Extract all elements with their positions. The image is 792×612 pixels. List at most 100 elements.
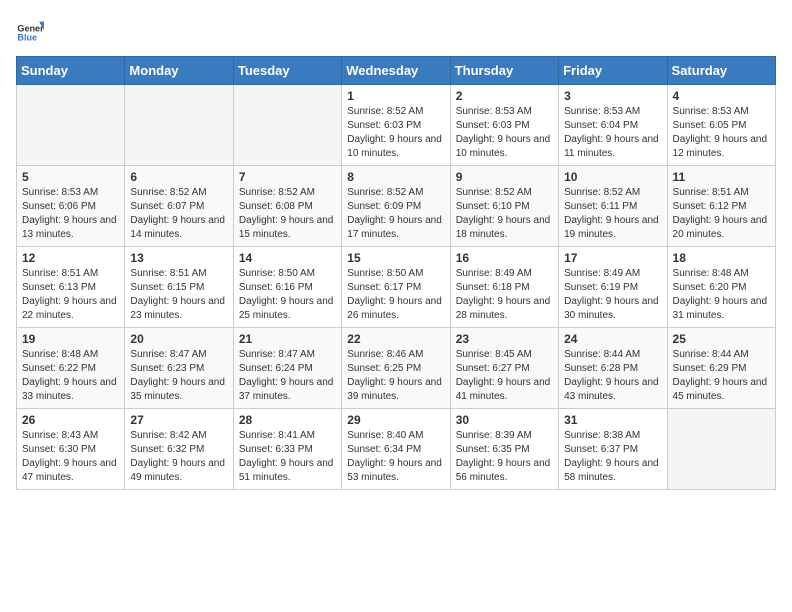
- day-number: 31: [564, 413, 661, 427]
- day-info: Sunrise: 8:47 AM Sunset: 6:24 PM Dayligh…: [239, 348, 336, 404]
- calendar: SundayMondayTuesdayWednesdayThursdayFrid…: [16, 56, 776, 490]
- day-info: Sunrise: 8:40 AM Sunset: 6:34 PM Dayligh…: [347, 429, 444, 485]
- day-number: 11: [673, 170, 770, 184]
- day-info: Sunrise: 8:46 AM Sunset: 6:25 PM Dayligh…: [347, 348, 444, 404]
- day-info: Sunrise: 8:52 AM Sunset: 6:08 PM Dayligh…: [239, 186, 336, 242]
- day-info: Sunrise: 8:52 AM Sunset: 6:10 PM Dayligh…: [456, 186, 553, 242]
- calendar-cell: 4 Sunrise: 8:53 AM Sunset: 6:05 PM Daylig…: [667, 85, 775, 166]
- day-header-tuesday: Tuesday: [233, 57, 341, 85]
- day-info: Sunrise: 8:50 AM Sunset: 6:17 PM Dayligh…: [347, 267, 444, 323]
- calendar-cell: 26 Sunrise: 8:43 AM Sunset: 6:30 PM Dayli…: [17, 409, 125, 490]
- day-number: 1: [347, 89, 444, 103]
- day-info: Sunrise: 8:42 AM Sunset: 6:32 PM Dayligh…: [130, 429, 227, 485]
- day-info: Sunrise: 8:51 AM Sunset: 6:12 PM Dayligh…: [673, 186, 770, 242]
- day-header-wednesday: Wednesday: [342, 57, 450, 85]
- day-info: Sunrise: 8:49 AM Sunset: 6:19 PM Dayligh…: [564, 267, 661, 323]
- day-info: Sunrise: 8:39 AM Sunset: 6:35 PM Dayligh…: [456, 429, 553, 485]
- day-number: 13: [130, 251, 227, 265]
- calendar-cell: 2 Sunrise: 8:53 AM Sunset: 6:03 PM Daylig…: [450, 85, 558, 166]
- calendar-cell: 19Sunrise: 8:48 AM Sunset: 6:22 PM Dayli…: [17, 328, 125, 409]
- day-number: 18: [673, 251, 770, 265]
- calendar-cell: 12 Sunrise: 8:51 AM Sunset: 6:13 PM Dayli…: [17, 247, 125, 328]
- day-info: Sunrise: 8:51 AM Sunset: 6:13 PM Dayligh…: [22, 267, 119, 323]
- day-number: 6: [130, 170, 227, 184]
- day-number: 23: [456, 332, 553, 346]
- day-info: Sunrise: 8:52 AM Sunset: 6:11 PM Dayligh…: [564, 186, 661, 242]
- calendar-cell: 3 Sunrise: 8:53 AM Sunset: 6:04 PM Daylig…: [559, 85, 667, 166]
- calendar-cell: [233, 85, 341, 166]
- day-info: Sunrise: 8:45 AM Sunset: 6:27 PM Dayligh…: [456, 348, 553, 404]
- day-header-monday: Monday: [125, 57, 233, 85]
- day-info: Sunrise: 8:49 AM Sunset: 6:18 PM Dayligh…: [456, 267, 553, 323]
- logo-icon: General Blue: [16, 16, 44, 44]
- calendar-cell: 13 Sunrise: 8:51 AM Sunset: 6:15 PM Dayli…: [125, 247, 233, 328]
- day-number: 4: [673, 89, 770, 103]
- calendar-cell: 24 Sunrise: 8:44 AM Sunset: 6:28 PM Dayli…: [559, 328, 667, 409]
- day-info: Sunrise: 8:38 AM Sunset: 6:37 PM Dayligh…: [564, 429, 661, 485]
- day-info: Sunrise: 8:48 AM Sunset: 6:20 PM Dayligh…: [673, 267, 770, 323]
- day-info: Sunrise: 8:43 AM Sunset: 6:30 PM Dayligh…: [22, 429, 119, 485]
- day-header-friday: Friday: [559, 57, 667, 85]
- day-info: Sunrise: 8:53 AM Sunset: 6:06 PM Dayligh…: [22, 186, 119, 242]
- day-header-sunday: Sunday: [17, 57, 125, 85]
- calendar-cell: 20 Sunrise: 8:47 AM Sunset: 6:23 PM Dayli…: [125, 328, 233, 409]
- calendar-cell: 22 Sunrise: 8:46 AM Sunset: 6:25 PM Dayli…: [342, 328, 450, 409]
- calendar-cell: 9 Sunrise: 8:52 AM Sunset: 6:10 PM Daylig…: [450, 166, 558, 247]
- day-number: 24: [564, 332, 661, 346]
- day-number: 16: [456, 251, 553, 265]
- calendar-cell: 16 Sunrise: 8:49 AM Sunset: 6:18 PM Dayli…: [450, 247, 558, 328]
- day-info: Sunrise: 8:41 AM Sunset: 6:33 PM Dayligh…: [239, 429, 336, 485]
- day-info: Sunrise: 8:44 AM Sunset: 6:28 PM Dayligh…: [564, 348, 661, 404]
- calendar-cell: 18 Sunrise: 8:48 AM Sunset: 6:20 PM Dayli…: [667, 247, 775, 328]
- day-number: 9: [456, 170, 553, 184]
- day-info: Sunrise: 8:50 AM Sunset: 6:16 PM Dayligh…: [239, 267, 336, 323]
- day-header-saturday: Saturday: [667, 57, 775, 85]
- calendar-cell: 10 Sunrise: 8:52 AM Sunset: 6:11 PM Dayli…: [559, 166, 667, 247]
- calendar-cell: 17 Sunrise: 8:49 AM Sunset: 6:19 PM Dayli…: [559, 247, 667, 328]
- day-number: 2: [456, 89, 553, 103]
- day-info: Sunrise: 8:52 AM Sunset: 6:03 PM Dayligh…: [347, 105, 444, 161]
- calendar-cell: 5 Sunrise: 8:53 AM Sunset: 6:06 PM Daylig…: [17, 166, 125, 247]
- day-number: 20: [130, 332, 227, 346]
- calendar-cell: 30 Sunrise: 8:39 AM Sunset: 6:35 PM Dayli…: [450, 409, 558, 490]
- calendar-cell: 29 Sunrise: 8:40 AM Sunset: 6:34 PM Dayli…: [342, 409, 450, 490]
- day-number: 8: [347, 170, 444, 184]
- day-info: Sunrise: 8:53 AM Sunset: 6:03 PM Dayligh…: [456, 105, 553, 161]
- calendar-cell: 28 Sunrise: 8:41 AM Sunset: 6:33 PM Dayli…: [233, 409, 341, 490]
- day-number: 27: [130, 413, 227, 427]
- day-number: 17: [564, 251, 661, 265]
- day-number: 21: [239, 332, 336, 346]
- day-info: Sunrise: 8:47 AM Sunset: 6:23 PM Dayligh…: [130, 348, 227, 404]
- calendar-cell: 8 Sunrise: 8:52 AM Sunset: 6:09 PM Daylig…: [342, 166, 450, 247]
- calendar-cell: 27 Sunrise: 8:42 AM Sunset: 6:32 PM Dayli…: [125, 409, 233, 490]
- day-number: 28: [239, 413, 336, 427]
- day-info: Sunrise: 8:44 AM Sunset: 6:29 PM Dayligh…: [673, 348, 770, 404]
- calendar-cell: 21 Sunrise: 8:47 AM Sunset: 6:24 PM Dayli…: [233, 328, 341, 409]
- day-number: 12: [22, 251, 119, 265]
- logo: General Blue: [16, 16, 44, 44]
- calendar-cell: 1 Sunrise: 8:52 AM Sunset: 6:03 PM Daylig…: [342, 85, 450, 166]
- day-number: 22: [347, 332, 444, 346]
- day-number: 29: [347, 413, 444, 427]
- day-info: Sunrise: 8:52 AM Sunset: 6:09 PM Dayligh…: [347, 186, 444, 242]
- calendar-cell: 6 Sunrise: 8:52 AM Sunset: 6:07 PM Daylig…: [125, 166, 233, 247]
- day-info: Sunrise: 8:53 AM Sunset: 6:04 PM Dayligh…: [564, 105, 661, 161]
- day-info: Sunrise: 8:53 AM Sunset: 6:05 PM Dayligh…: [673, 105, 770, 161]
- day-info: Sunrise: 8:51 AM Sunset: 6:15 PM Dayligh…: [130, 267, 227, 323]
- calendar-cell: 7Sunrise: 8:52 AM Sunset: 6:08 PM Daylig…: [233, 166, 341, 247]
- day-number: 3: [564, 89, 661, 103]
- day-number: 10: [564, 170, 661, 184]
- day-number: 14: [239, 251, 336, 265]
- day-info: Sunrise: 8:52 AM Sunset: 6:07 PM Dayligh…: [130, 186, 227, 242]
- calendar-cell: [667, 409, 775, 490]
- day-number: 30: [456, 413, 553, 427]
- calendar-cell: [17, 85, 125, 166]
- calendar-cell: 25Sunrise: 8:44 AM Sunset: 6:29 PM Dayli…: [667, 328, 775, 409]
- day-number: 5: [22, 170, 119, 184]
- calendar-cell: 23 Sunrise: 8:45 AM Sunset: 6:27 PM Dayli…: [450, 328, 558, 409]
- calendar-cell: 11 Sunrise: 8:51 AM Sunset: 6:12 PM Dayli…: [667, 166, 775, 247]
- day-header-thursday: Thursday: [450, 57, 558, 85]
- calendar-cell: 14 Sunrise: 8:50 AM Sunset: 6:16 PM Dayli…: [233, 247, 341, 328]
- calendar-cell: [125, 85, 233, 166]
- day-number: 26: [22, 413, 119, 427]
